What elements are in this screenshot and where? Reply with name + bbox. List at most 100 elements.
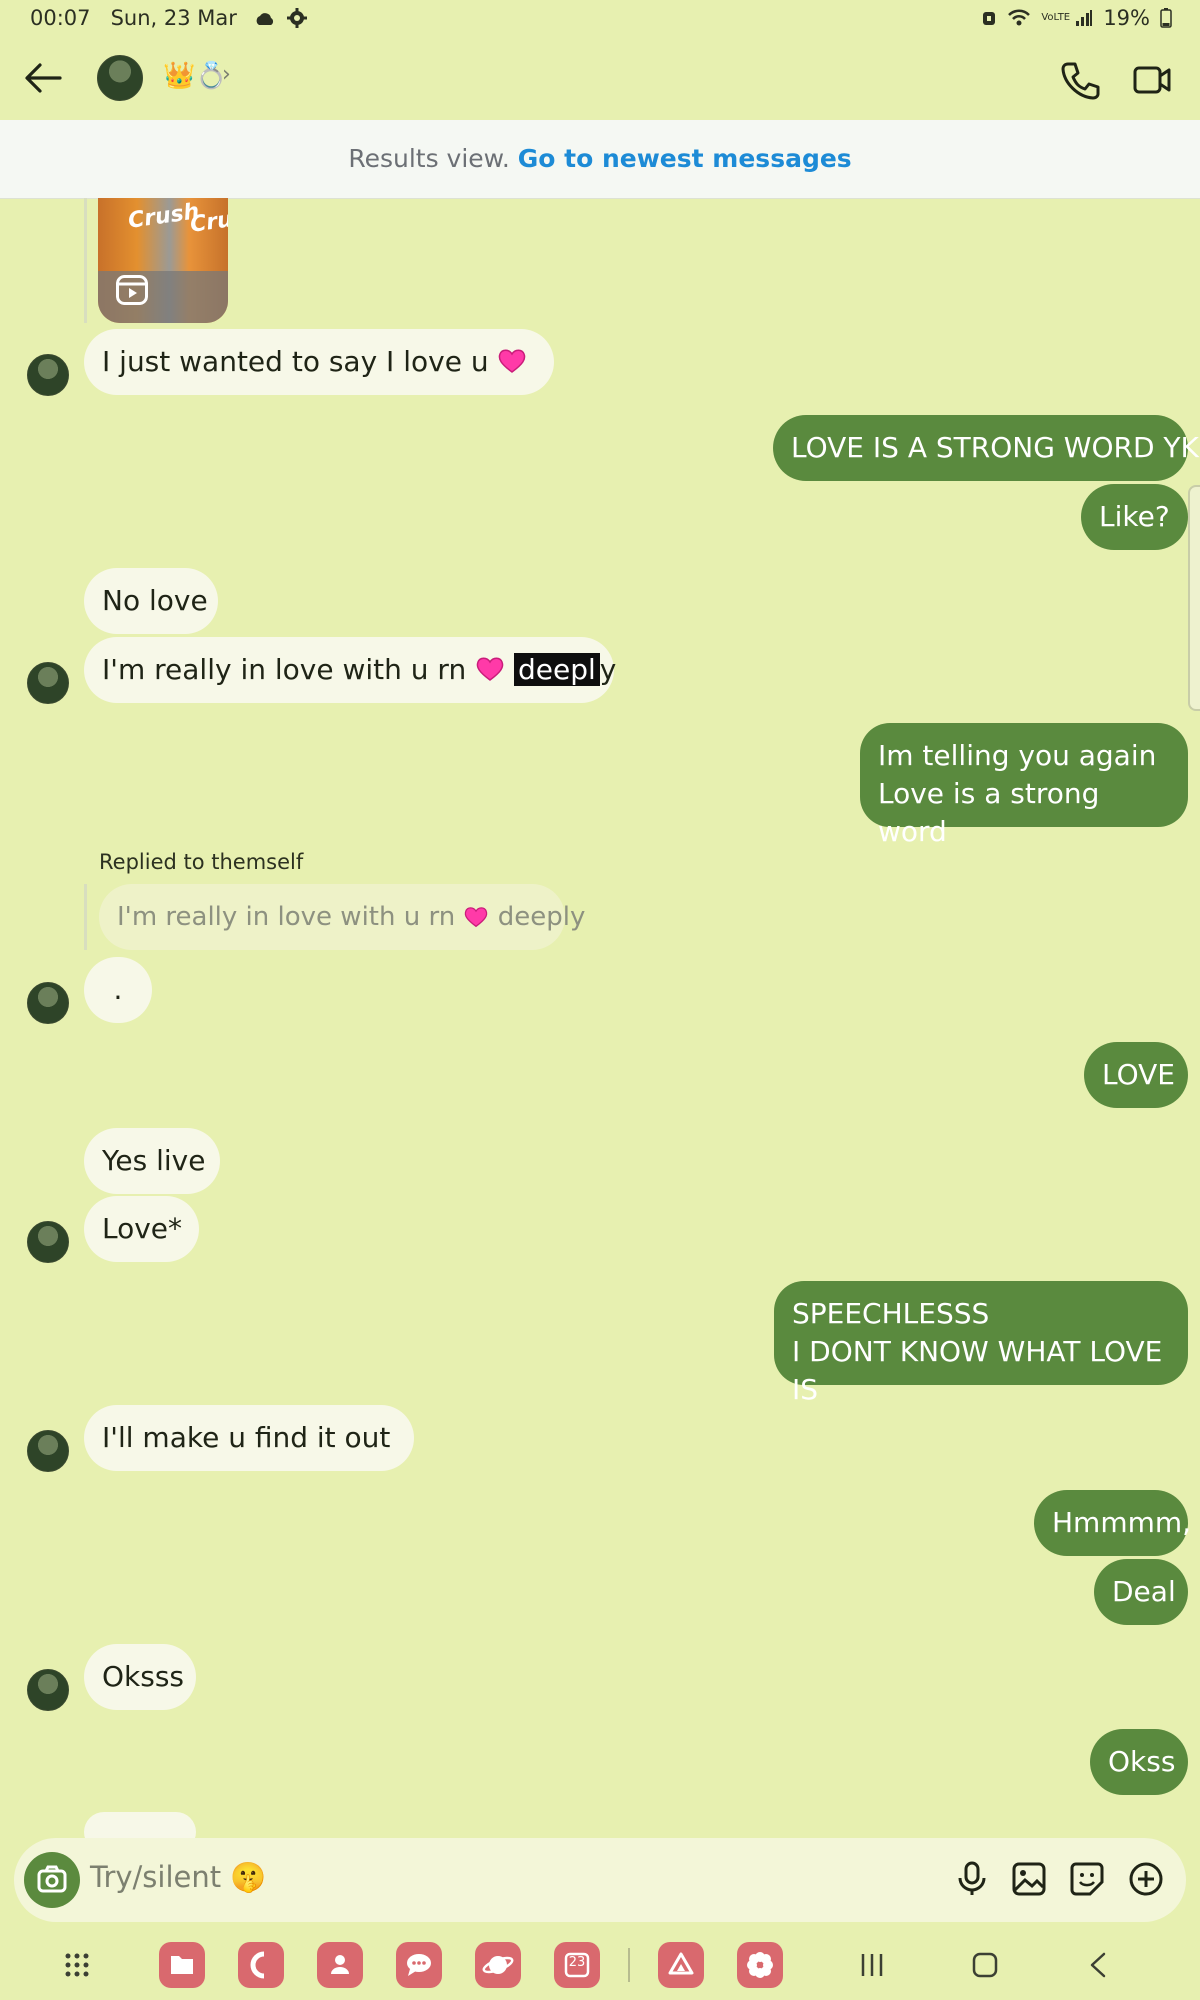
message-bubble-incoming[interactable]: I'll make u find it out	[84, 1405, 414, 1471]
scrollbar[interactable]	[1188, 485, 1200, 711]
files-app-icon[interactable]	[159, 1942, 205, 1988]
battery-icon	[1160, 8, 1172, 28]
chevron-right-icon[interactable]: ›	[222, 62, 231, 87]
message-text-line2: I DONT KNOW WHAT LOVE IS	[792, 1335, 1163, 1406]
sticker-icon[interactable]	[1068, 1860, 1106, 1898]
pink-heart-icon	[465, 907, 488, 928]
message-text-line1: Im telling you again	[878, 739, 1157, 772]
message-bubble-incoming[interactable]: Oksss	[84, 1644, 196, 1710]
message-bubble-incoming[interactable]: Love*	[84, 1196, 199, 1262]
message-text: Yes live	[102, 1144, 206, 1177]
message-bubble-outgoing[interactable]: Deal	[1094, 1559, 1188, 1625]
reply-label: Replied to themself	[99, 850, 304, 874]
message-text: Oksss	[102, 1660, 185, 1693]
chat-header: 👑💍 ›	[0, 38, 1200, 120]
status-time: 00:07	[30, 6, 91, 30]
sender-avatar[interactable]	[27, 1669, 69, 1711]
message-text: LOVE	[1102, 1058, 1175, 1091]
gallery-icon[interactable]	[1010, 1860, 1048, 1898]
camera-icon	[37, 1865, 67, 1893]
message-bubble-outgoing[interactable]: LOVE	[1084, 1042, 1188, 1108]
back-arrow-icon[interactable]	[20, 56, 68, 100]
video-call-icon[interactable]	[1132, 58, 1172, 102]
drive-app-icon[interactable]	[658, 1942, 704, 1988]
sender-avatar[interactable]	[27, 982, 69, 1024]
camera-button[interactable]	[24, 1852, 80, 1908]
message-text-tail: y	[599, 653, 617, 686]
reel-play-icon	[116, 275, 148, 305]
message-text: Hmmmm,	[1052, 1506, 1192, 1539]
sender-avatar[interactable]	[27, 1430, 69, 1472]
message-bubble-outgoing[interactable]: Im telling you again Love is a strong wo…	[860, 723, 1188, 848]
internet-app-icon[interactable]	[475, 1942, 521, 1988]
planet-icon	[482, 1956, 514, 1974]
plus-circle-icon[interactable]	[1127, 1860, 1165, 1898]
message-text-line1: SPEECHLESSS	[792, 1297, 990, 1330]
status-left: 00:07 Sun, 23 Mar	[30, 6, 308, 30]
message-bubble-incoming[interactable]: Yes live	[84, 1128, 220, 1194]
message-bubble-incoming[interactable]: .	[84, 957, 152, 1023]
sender-avatar[interactable]	[27, 354, 69, 396]
quote-bar	[84, 884, 87, 950]
message-bubble-outgoing[interactable]: Hmmmm,	[1034, 1490, 1192, 1556]
contact-avatar[interactable]	[97, 55, 143, 101]
message-text: I'll make u find it out	[102, 1421, 391, 1454]
gallery-app-icon[interactable]	[737, 1942, 783, 1988]
back-nav-icon[interactable]	[1086, 1951, 1110, 1979]
message-bubble-incoming[interactable]: No love	[84, 568, 218, 634]
message-text: Deal	[1112, 1575, 1176, 1608]
results-view-banner: Results view. Go to newest messages	[0, 120, 1200, 199]
selected-text[interactable]: deepl	[514, 653, 600, 686]
microphone-icon[interactable]	[953, 1860, 991, 1898]
messages-app-icon[interactable]	[396, 1942, 442, 1988]
quoted-text-tail: deeply	[497, 902, 586, 932]
triangle-icon	[668, 1952, 694, 1975]
message-text: No love	[102, 584, 208, 617]
quoted-message[interactable]: I'm really in love with u rn deeply	[99, 884, 585, 950]
battery-text: 19%	[1103, 6, 1150, 30]
message-text: Okss	[1108, 1745, 1176, 1778]
contacts-app-icon[interactable]	[317, 1942, 363, 1988]
message-text: I'm really in love with u rn	[102, 653, 467, 686]
quote-bar	[84, 198, 87, 323]
message-bubble-incoming[interactable]: I just wanted to say I love u	[84, 329, 554, 395]
network-type: VoLTE	[1041, 12, 1071, 23]
message-bubble-outgoing[interactable]: Okss	[1090, 1729, 1188, 1795]
app-drawer-icon[interactable]	[64, 1952, 90, 1978]
status-date: Sun, 23 Mar	[110, 6, 237, 30]
message-bubble-outgoing[interactable]: LOVE IS A STRONG WORD YK	[773, 415, 1199, 481]
wifi-icon	[1008, 9, 1031, 26]
folder-icon	[171, 1956, 193, 1974]
recent-apps-icon[interactable]	[858, 1952, 886, 1978]
message-bubble-outgoing[interactable]: Like?	[1081, 484, 1188, 550]
calendar-app-icon[interactable]: 23	[554, 1942, 600, 1988]
message-text-line2: Love is a strong word	[878, 777, 1100, 848]
shared-reel-thumbnail[interactable]: Crush Crush	[98, 198, 228, 323]
pink-heart-icon	[499, 349, 526, 373]
person-icon	[331, 1955, 349, 1974]
message-text: I just wanted to say I love u	[102, 345, 489, 378]
android-nav-bar: 23	[0, 1930, 1200, 2000]
signal-icon	[1076, 10, 1093, 26]
home-icon[interactable]	[971, 1951, 999, 1979]
calendar-day: 23	[568, 1955, 586, 1970]
quoted-text: I'm really in love with u rn	[117, 902, 456, 932]
message-text: LOVE IS A STRONG WORD YK	[791, 431, 1199, 464]
message-bubble-incoming[interactable]: I'm really in love with u rn deepl y	[84, 637, 617, 703]
phone-app-icon[interactable]	[238, 1942, 284, 1988]
status-right: VoLTE 19%	[981, 6, 1172, 30]
go-to-newest-link[interactable]: Go to newest messages	[518, 144, 852, 173]
cloud-icon	[256, 13, 273, 25]
sender-avatar[interactable]	[27, 1221, 69, 1263]
message-bubble-outgoing[interactable]: SPEECHLESSS I DONT KNOW WHAT LOVE IS	[774, 1281, 1188, 1406]
sender-avatar[interactable]	[27, 662, 69, 704]
chat-bubble-icon	[407, 1954, 431, 1976]
message-input[interactable]: Try/silent 🤫	[90, 1860, 266, 1895]
results-view-label: Results view.	[348, 144, 510, 173]
message-composer: Try/silent 🤫	[14, 1838, 1186, 1922]
message-text: .	[113, 973, 123, 1006]
phone-call-icon[interactable]	[1058, 58, 1102, 102]
message-text: Like?	[1099, 500, 1170, 533]
contact-name[interactable]: 👑💍	[163, 61, 228, 91]
gear-icon	[287, 8, 308, 28]
